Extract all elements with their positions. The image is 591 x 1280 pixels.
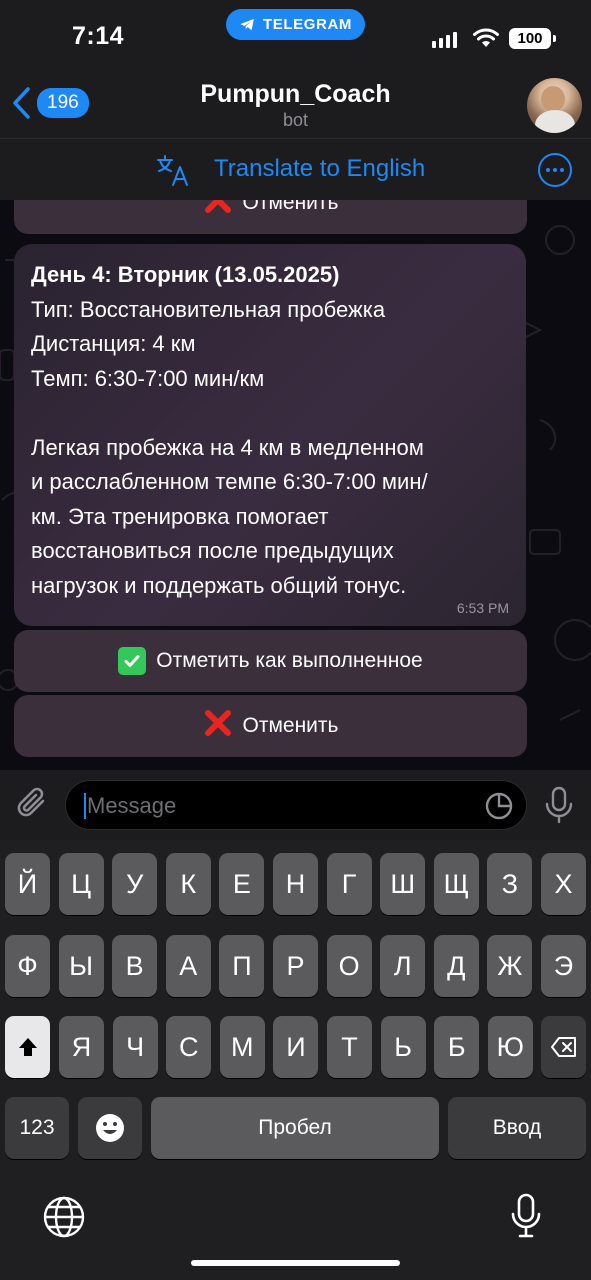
home-indicator[interactable]	[191, 1260, 400, 1266]
emoji-key[interactable]	[78, 1097, 142, 1159]
key-5[interactable]: П	[219, 935, 265, 997]
text-caret	[84, 793, 86, 819]
key-4[interactable]: А	[165, 935, 211, 997]
return-key[interactable]: Ввод	[448, 1097, 586, 1159]
message-paragraph-line: восстановиться после предыдущих	[31, 538, 394, 563]
key-5[interactable]: Е	[219, 853, 265, 915]
message-input[interactable]: Message	[65, 780, 527, 830]
cross-mark-icon	[203, 200, 233, 221]
mark-done-label: Отметить как выполненное	[156, 649, 423, 672]
key-4[interactable]: К	[165, 853, 211, 915]
key-1[interactable]: Ф	[5, 935, 50, 997]
avatar[interactable]	[527, 78, 582, 133]
telegram-pill-label: TELEGRAM	[263, 16, 352, 33]
key-4[interactable]: М	[219, 1016, 265, 1078]
more-options-icon[interactable]	[538, 153, 572, 187]
message-distance: Дистанция: 4 км	[31, 331, 196, 356]
globe-icon[interactable]	[42, 1195, 86, 1239]
key-2[interactable]: Ч	[112, 1016, 158, 1078]
key-6[interactable]: Т	[327, 1016, 372, 1078]
message-input-bar: Message	[0, 770, 591, 840]
message-spacer	[31, 396, 509, 431]
dictation-mic-icon[interactable]	[510, 1193, 542, 1239]
message-paragraph-line: нагрузок и поддержать общий тонус.	[31, 572, 407, 598]
key-8[interactable]: Б	[434, 1016, 480, 1078]
wifi-icon	[473, 28, 499, 47]
numbers-key[interactable]: 123	[5, 1097, 69, 1159]
message-paragraph-line: и расслабленном темпе 6:30-7:00 мин/	[31, 469, 428, 494]
status-time: 7:14	[72, 22, 125, 50]
key-10[interactable]: З	[487, 853, 533, 915]
cancel-button-previous[interactable]: Отменить	[14, 200, 527, 234]
key-2[interactable]: Ы	[58, 935, 104, 997]
message-heading: День 4: Вторник (13.05.2025)	[31, 262, 340, 287]
key-8[interactable]: Ш	[380, 853, 426, 915]
key-1[interactable]: Я	[59, 1016, 104, 1078]
key-10[interactable]: Ж	[487, 935, 533, 997]
message-paragraph-line: Легкая пробежка на 4 км в медленном	[31, 434, 424, 460]
microphone-icon[interactable]	[543, 786, 575, 824]
translate-icon	[157, 155, 188, 186]
key-7[interactable]: Ь	[380, 1016, 426, 1078]
key-5[interactable]: И	[273, 1016, 319, 1078]
key-3[interactable]: В	[112, 935, 158, 997]
chat-subtitle: bot	[282, 110, 309, 130]
key-7[interactable]: Г	[326, 853, 372, 915]
key-1[interactable]: Й	[5, 853, 50, 915]
telegram-icon	[240, 18, 254, 31]
emoji-icon	[96, 1114, 124, 1142]
key-11[interactable]: Э	[541, 935, 586, 997]
key-8[interactable]: Л	[380, 935, 426, 997]
key-9[interactable]: Ю	[487, 1016, 533, 1078]
message-time: 6:53 PM	[456, 600, 509, 616]
key-9[interactable]: Щ	[433, 853, 479, 915]
sticker-icon[interactable]	[484, 791, 514, 821]
key-2[interactable]: Ц	[58, 853, 104, 915]
shift-key[interactable]	[5, 1016, 50, 1078]
battery-icon: 100	[509, 28, 556, 49]
attach-icon[interactable]	[16, 786, 50, 822]
check-mark-icon	[118, 647, 147, 675]
message-pace: Темп: 6:30-7:00 мин/км	[31, 365, 265, 391]
shift-icon	[18, 1038, 37, 1056]
key-3[interactable]: У	[112, 853, 158, 915]
keyboard: ЙЦУКЕНГШЩЗХ ФЫВАПРОЛДЖЭ ЯЧСМИТЬБЮ 123 Пр…	[0, 840, 591, 1280]
translate-label[interactable]: Translate to English	[214, 155, 425, 183]
telegram-pill[interactable]: TELEGRAM	[226, 9, 365, 40]
key-6[interactable]: Н	[273, 853, 318, 915]
chat-area[interactable]: Отменить День 4: Вторник (13.05.2025) Ти…	[0, 200, 591, 770]
mark-done-button[interactable]: Отметить как выполненное	[14, 630, 527, 692]
cancel-button[interactable]: Отменить	[14, 695, 527, 757]
key-6[interactable]: Р	[273, 935, 318, 997]
message-type: Тип: Восстановительная пробежка	[31, 296, 386, 322]
message-paragraph-line: км. Эта тренировка помогает	[31, 503, 329, 529]
chat-header: 196 Pumpun_Coach bot	[0, 72, 591, 138]
chat-title[interactable]: Pumpun_Coach	[0, 80, 591, 109]
key-7[interactable]: О	[326, 935, 372, 997]
key-11[interactable]: Х	[541, 853, 586, 915]
translate-bar[interactable]: Translate to English	[0, 138, 591, 200]
message-bubble[interactable]: День 4: Вторник (13.05.2025) Тип: Восста…	[14, 244, 526, 626]
signal-icon	[432, 32, 457, 48]
backspace-key[interactable]	[541, 1016, 586, 1078]
cross-mark-icon	[203, 708, 233, 744]
key-3[interactable]: С	[166, 1016, 212, 1078]
status-bar: 7:14 TELEGRAM 100	[0, 0, 591, 72]
space-key[interactable]: Пробел	[151, 1097, 439, 1159]
backspace-icon	[550, 1037, 576, 1057]
cancel-button-label: Отменить	[242, 200, 339, 214]
cancel-label: Отменить	[242, 714, 339, 737]
key-9[interactable]: Д	[433, 935, 479, 997]
message-placeholder: Message	[87, 793, 177, 818]
